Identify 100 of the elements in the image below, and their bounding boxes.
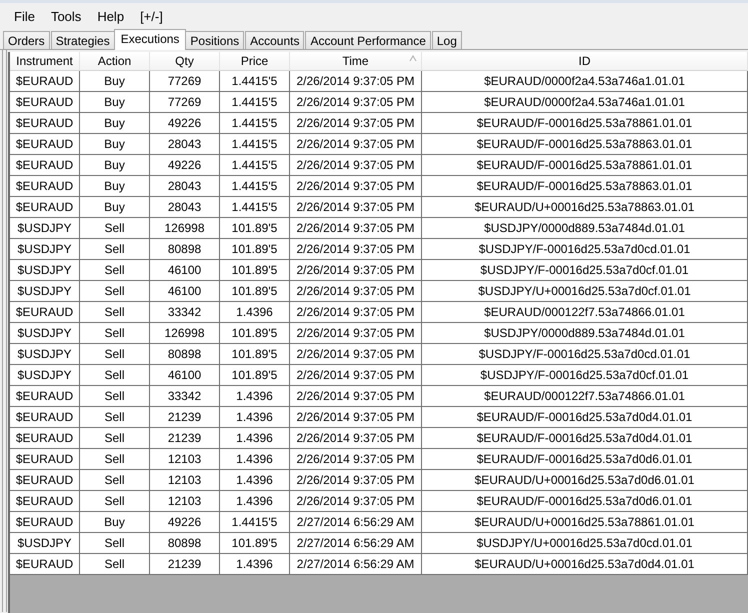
tab[interactable]: Orders <box>3 31 50 49</box>
table-cell: $EURAUD/F-00016d25.53a7d0d6.01.01 <box>422 449 748 470</box>
table-cell: $EURAUD <box>10 134 80 155</box>
table-cell: 2/26/2014 9:37:05 PM <box>290 260 422 281</box>
table-cell: 77269 <box>150 92 220 113</box>
table-cell: 49226 <box>150 512 220 533</box>
column-header[interactable]: ID <box>422 52 748 71</box>
table-cell: $USDJPY/F-00016d25.53a7d0cf.01.01 <box>422 365 748 386</box>
table-cell: 2/26/2014 9:37:05 PM <box>290 197 422 218</box>
table-cell: $EURAUD/F-00016d25.53a7d0d4.01.01 <box>422 407 748 428</box>
column-header[interactable]: Time <box>290 52 422 71</box>
table-cell: $USDJPY <box>10 365 80 386</box>
table-cell: $USDJPY/F-00016d25.53a7d0cf.01.01 <box>422 260 748 281</box>
tab[interactable]: Strategies <box>50 31 115 49</box>
table-cell: $EURAUD/F-00016d25.53a78861.01.01 <box>422 113 748 134</box>
table-cell: 1.4396 <box>220 302 290 323</box>
table-cell: Sell <box>80 554 150 575</box>
table-cell: 1.4415'5 <box>220 176 290 197</box>
table-cell: Sell <box>80 218 150 239</box>
table-cell: 12103 <box>150 470 220 491</box>
table-cell: Buy <box>80 92 150 113</box>
table-cell: 77269 <box>150 71 220 92</box>
table-cell: $USDJPY <box>10 344 80 365</box>
tab[interactable]: Positions <box>185 31 244 49</box>
table-cell: $EURAUD <box>10 512 80 533</box>
table-cell: $EURAUD <box>10 386 80 407</box>
tab[interactable]: Accounts <box>245 31 304 49</box>
table-cell: 1.4396 <box>220 449 290 470</box>
table-cell: $USDJPY <box>10 281 80 302</box>
table-cell: $EURAUD <box>10 71 80 92</box>
table-cell: Sell <box>80 470 150 491</box>
table-cell: 2/26/2014 9:37:05 PM <box>290 113 422 134</box>
table-cell: 33342 <box>150 386 220 407</box>
table-cell: 1.4396 <box>220 470 290 491</box>
table-cell: 1.4415'5 <box>220 113 290 134</box>
table-cell: 46100 <box>150 281 220 302</box>
table-cell: 1.4415'5 <box>220 92 290 113</box>
menu-item[interactable]: [+/-] <box>132 7 171 26</box>
menu-item[interactable]: Tools <box>42 7 90 26</box>
table-cell: Sell <box>80 239 150 260</box>
table-cell: 12103 <box>150 491 220 512</box>
table-cell: 21239 <box>150 428 220 449</box>
table-cell: $EURAUD/F-00016d25.53a7d0d4.01.01 <box>422 428 748 449</box>
table-cell: 1.4415'5 <box>220 155 290 176</box>
table-cell: Sell <box>80 302 150 323</box>
column-header[interactable]: Action <box>80 52 150 71</box>
tab[interactable]: Account Performance <box>305 31 431 49</box>
table-cell: $USDJPY/U+00016d25.53a7d0cf.01.01 <box>422 281 748 302</box>
table-cell: $EURAUD/F-00016d25.53a78861.01.01 <box>422 155 748 176</box>
table-cell: $EURAUD <box>10 302 80 323</box>
table-cell: $USDJPY <box>10 533 80 554</box>
table-cell: $EURAUD/F-00016d25.53a7d0d6.01.01 <box>422 491 748 512</box>
table-cell: Sell <box>80 533 150 554</box>
table-cell: $USDJPY/0000d889.53a7484d.01.01 <box>422 218 748 239</box>
table-cell: $EURAUD/0000f2a4.53a746a1.01.01 <box>422 71 748 92</box>
table-cell: $EURAUD/U+00016d25.53a78863.01.01 <box>422 197 748 218</box>
table-cell: 2/27/2014 6:56:29 AM <box>290 554 422 575</box>
table-cell: 80898 <box>150 533 220 554</box>
table-cell: 1.4396 <box>220 407 290 428</box>
table-cell: Buy <box>80 71 150 92</box>
table-cell: Sell <box>80 344 150 365</box>
table-cell: 2/26/2014 9:37:05 PM <box>290 449 422 470</box>
table-cell: 80898 <box>150 344 220 365</box>
menu-item[interactable]: Help <box>89 7 132 26</box>
table-cell: $EURAUD <box>10 470 80 491</box>
table-cell: Buy <box>80 113 150 134</box>
table-cell: 101.89'5 <box>220 239 290 260</box>
table-cell: $EURAUD/U+00016d25.53a78861.01.01 <box>422 512 748 533</box>
table-cell: 2/26/2014 9:37:05 PM <box>290 428 422 449</box>
table-cell: $USDJPY <box>10 218 80 239</box>
table-cell: 101.89'5 <box>220 260 290 281</box>
table-cell: 1.4415'5 <box>220 512 290 533</box>
table-cell: 2/26/2014 9:37:05 PM <box>290 386 422 407</box>
table-cell: 126998 <box>150 218 220 239</box>
table-cell: $EURAUD <box>10 92 80 113</box>
tab[interactable]: Executions <box>114 29 186 50</box>
table-cell: Sell <box>80 365 150 386</box>
table-cell: 28043 <box>150 197 220 218</box>
table-cell: Buy <box>80 134 150 155</box>
table-cell: $USDJPY/F-00016d25.53a7d0cd.01.01 <box>422 344 748 365</box>
table-cell: $EURAUD/F-00016d25.53a78863.01.01 <box>422 176 748 197</box>
table-cell: $EURAUD/0000f2a4.53a746a1.01.01 <box>422 92 748 113</box>
table-cell: $EURAUD/000122f7.53a74866.01.01 <box>422 302 748 323</box>
table-cell: 2/26/2014 9:37:05 PM <box>290 218 422 239</box>
table-cell: Sell <box>80 281 150 302</box>
table-cell: 2/26/2014 9:37:05 PM <box>290 92 422 113</box>
tab[interactable]: Log <box>432 31 462 49</box>
table-cell: 2/26/2014 9:37:05 PM <box>290 365 422 386</box>
table-cell: 101.89'5 <box>220 365 290 386</box>
table-cell: 2/27/2014 6:56:29 AM <box>290 533 422 554</box>
table-cell: 101.89'5 <box>220 323 290 344</box>
table-cell: $USDJPY/F-00016d25.53a7d0cd.01.01 <box>422 239 748 260</box>
table-cell: 1.4396 <box>220 428 290 449</box>
table-cell: 12103 <box>150 449 220 470</box>
column-header[interactable]: Qty <box>150 52 220 71</box>
menu-item[interactable]: File <box>6 7 43 26</box>
column-header[interactable]: Price <box>220 52 290 71</box>
table-cell: 2/26/2014 9:37:05 PM <box>290 281 422 302</box>
column-header[interactable]: Instrument <box>10 52 80 71</box>
table-cell: $EURAUD/U+00016d25.53a7d0d4.01.01 <box>422 554 748 575</box>
